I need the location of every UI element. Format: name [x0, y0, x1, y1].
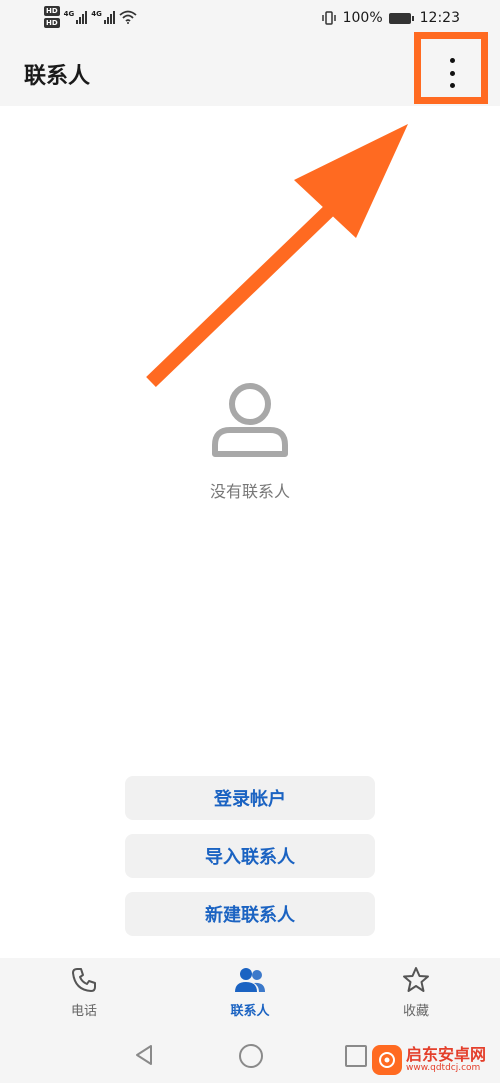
tab-contacts[interactable]: 联系人: [190, 966, 310, 1019]
login-account-button[interactable]: 登录帐户: [125, 776, 375, 820]
tab-phone[interactable]: 电话: [24, 966, 144, 1019]
new-contact-button[interactable]: 新建联系人: [125, 892, 375, 936]
person-icon: [212, 383, 288, 457]
tab-label: 电话: [70, 1004, 97, 1019]
watermark-name: 启东安卓网: [406, 1045, 487, 1065]
phone-icon: [72, 968, 96, 992]
import-contacts-button[interactable]: 导入联系人: [125, 834, 375, 878]
watermark-logo-icon: [372, 1045, 402, 1075]
empty-message: 没有联系人: [209, 482, 290, 501]
home-icon[interactable]: [239, 1044, 263, 1068]
bottom-tab-bar: 电话 联系人 收藏: [0, 958, 500, 1028]
star-icon: [403, 967, 429, 992]
recent-apps-icon[interactable]: [345, 1045, 367, 1067]
tab-label: 收藏: [402, 1004, 429, 1019]
watermark-url: www.qdtdcj.com: [406, 1062, 481, 1073]
back-icon[interactable]: [134, 1044, 154, 1066]
watermark-text: 启东安卓网 www.qdtdcj.com: [406, 1046, 486, 1073]
tab-label: 联系人: [230, 1004, 270, 1019]
tab-favorites[interactable]: 收藏: [356, 966, 476, 1019]
annotation-arrow: [146, 124, 408, 388]
watermark: 启东安卓网 www.qdtdcj.com: [372, 1040, 500, 1080]
contacts-icon: [235, 968, 265, 992]
